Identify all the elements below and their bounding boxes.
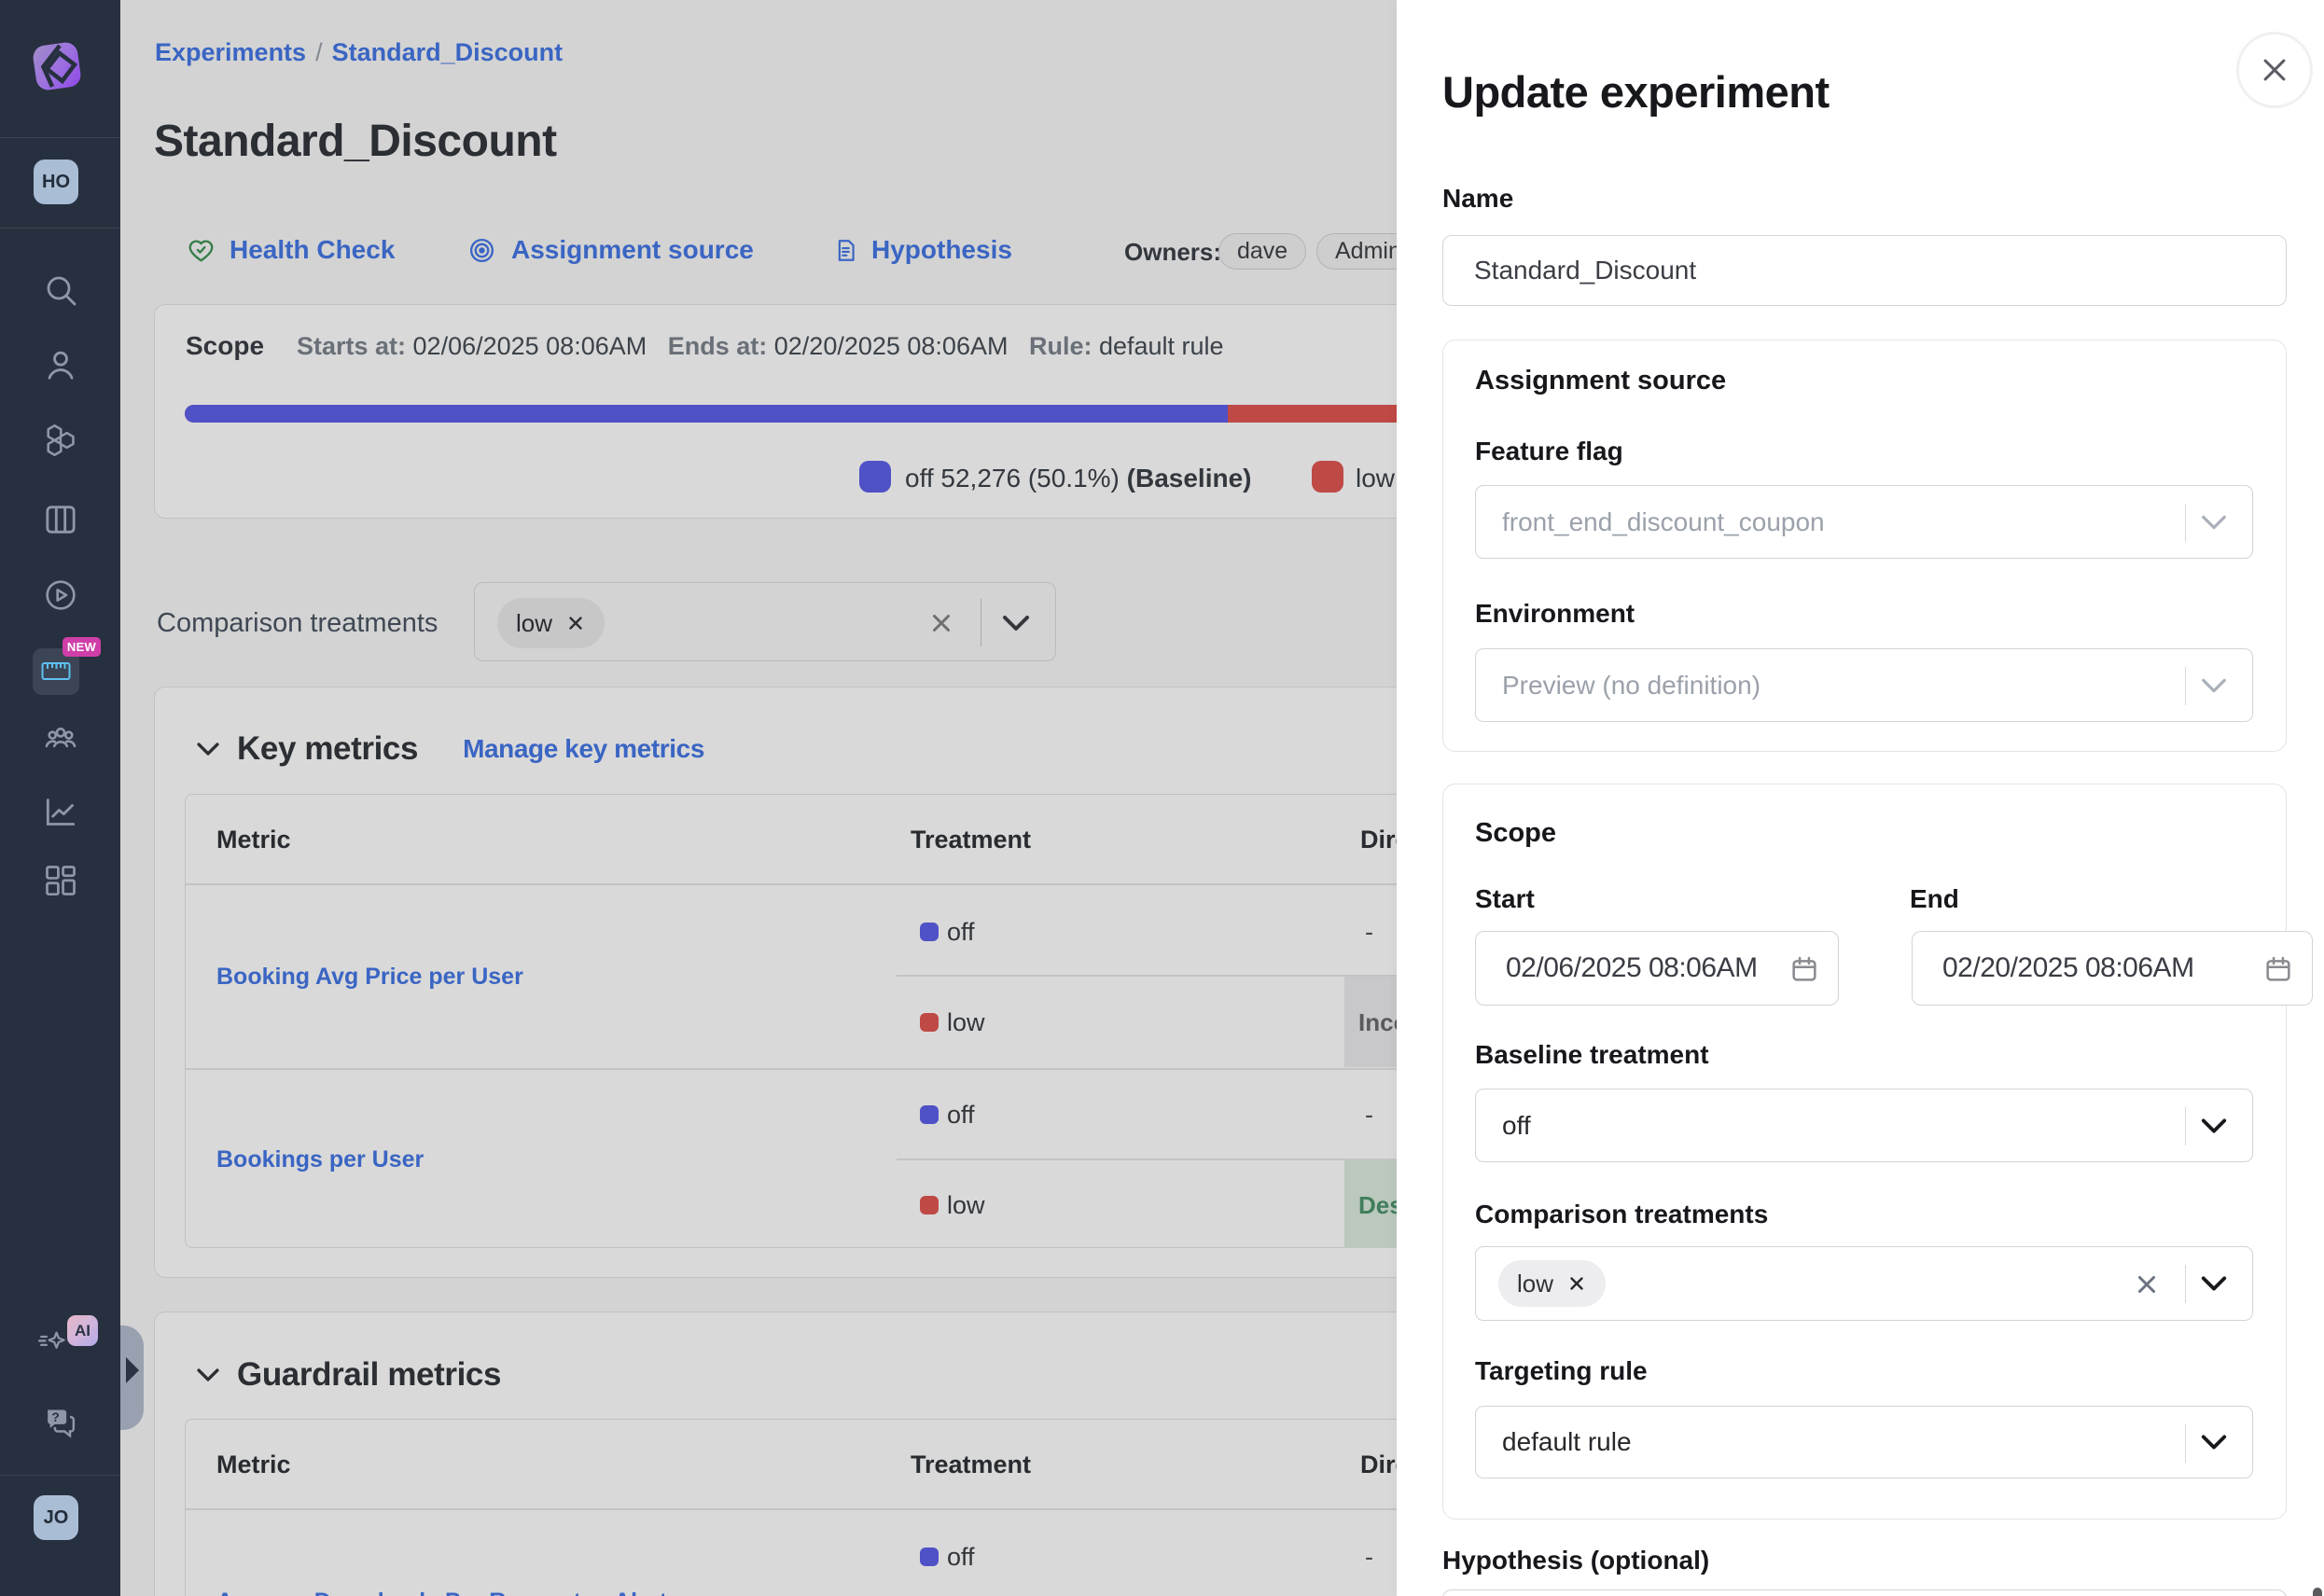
svg-text:?: ? — [51, 1409, 59, 1424]
